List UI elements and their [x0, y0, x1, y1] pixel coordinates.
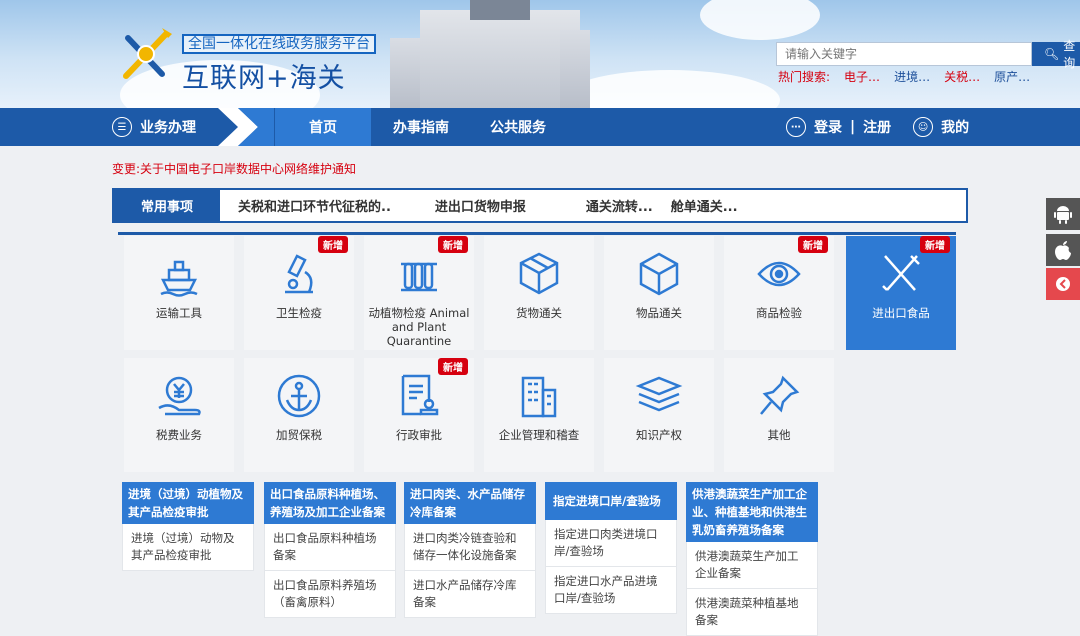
nav-home[interactable]: 首页: [275, 108, 371, 146]
search-button[interactable]: 🔍︎ 查询: [1032, 39, 1080, 70]
back-button[interactable]: [1046, 268, 1080, 300]
column-link[interactable]: 指定进口水产品进境口岸/查验场: [545, 567, 677, 614]
user-icon[interactable]: ☺: [913, 117, 934, 137]
microscope-icon: [285, 254, 313, 294]
column-link[interactable]: 供港澳蔬菜生产加工企业备案: [686, 542, 818, 589]
banner-cloud: [560, 70, 780, 108]
banner-cloud: [700, 0, 820, 40]
column-header[interactable]: 进口肉类、水产品储存冷库备案: [404, 482, 536, 524]
register-link[interactable]: 注册: [863, 117, 891, 137]
column-link[interactable]: 进口肉类冷链查验和储存一体化设施备案: [404, 524, 536, 571]
hot-keyword[interactable]: 电子…: [844, 68, 880, 85]
tab-item[interactable]: 关税和进口环节代征税的..: [238, 196, 391, 215]
site-subtitle: 全国一体化在线政务服务平台: [182, 34, 376, 54]
notice-link[interactable]: 变更:关于中国电子口岸数据中心网络维护通知: [112, 160, 356, 177]
column-header[interactable]: 出口食品原料种植场、养殖场及加工企业备案: [264, 482, 396, 524]
hot-keyword[interactable]: 进境…: [894, 68, 930, 85]
hot-keyword[interactable]: 原产…: [994, 68, 1030, 85]
tab-item[interactable]: 通关流转...: [586, 196, 653, 215]
new-badge: 新增: [920, 236, 950, 253]
user-area: ⋯ 登录 | 注册 ☺ 我的: [786, 108, 969, 146]
new-badge: 新增: [798, 236, 828, 253]
column-quarantine-approval: 进境（过境）动植物及其产品检疫审批 进境（过境）动物及其产品检疫审批: [122, 482, 254, 571]
cube-icon: [639, 252, 679, 296]
tile-article-clearance[interactable]: 物品通关: [604, 236, 714, 350]
building-icon: [521, 376, 557, 418]
site-title: 互联网+海关: [182, 63, 346, 94]
tile-commodity-inspection[interactable]: 新增 商品检验: [724, 236, 834, 350]
hot-keyword[interactable]: 关税…: [944, 68, 980, 85]
apple-icon: [1055, 241, 1071, 260]
new-badge: 新增: [318, 236, 348, 253]
main-navbar: ☰ 业务办理 首页 办事指南 公共服务 ⋯ 登录 | 注册 ☺ 我的: [0, 108, 1080, 146]
tab-item[interactable]: 进出口货物申报: [435, 196, 526, 215]
column-cold-storage-filing: 进口肉类、水产品储存冷库备案 进口肉类冷链查验和储存一体化设施备案 进口水产品储…: [404, 482, 536, 618]
column-link[interactable]: 出口食品原料养殖场（畜禽原料）: [264, 571, 396, 618]
column-link[interactable]: 出口食品原料种植场备案: [264, 524, 396, 571]
nav-guide[interactable]: 办事指南: [393, 108, 449, 146]
banner-building-roof: [470, 0, 530, 20]
column-header[interactable]: 指定进境口岸/查验场: [545, 482, 677, 520]
nav-public-service[interactable]: 公共服务: [490, 108, 546, 146]
ios-download-button[interactable]: [1046, 234, 1080, 266]
menu-icon: ☰: [112, 117, 132, 137]
ship-icon: [160, 260, 198, 297]
layers-icon: [635, 376, 683, 412]
column-designated-port: 指定进境口岸/查验场 指定进口肉类进境口岸/查验场 指定进口水产品进境口岸/查验…: [545, 482, 677, 614]
tile-tax-business[interactable]: 税费业务: [124, 358, 234, 472]
document-stamp-icon: [401, 374, 439, 416]
tile-transport[interactable]: 运输工具: [124, 236, 234, 350]
pin-icon: [760, 375, 800, 415]
tile-goods-clearance[interactable]: 货物通关: [484, 236, 594, 350]
grid-top-rule: [118, 232, 956, 235]
tile-administrative-approval[interactable]: 新增 行政审批: [364, 358, 474, 472]
banner-building: [560, 30, 590, 108]
back-arrow-icon: [1056, 277, 1070, 291]
android-download-button[interactable]: [1046, 198, 1080, 230]
search-input[interactable]: [776, 42, 1032, 66]
search-icon: 🔍︎: [1044, 47, 1060, 61]
hot-search-label: 热门搜索:: [778, 70, 831, 84]
column-link[interactable]: 进境（过境）动物及其产品检疫审批: [122, 524, 254, 571]
customs-emblem-icon: [118, 24, 176, 84]
android-icon: [1054, 206, 1072, 224]
banner-building: [420, 10, 580, 108]
new-badge: 新增: [438, 358, 468, 375]
tile-other[interactable]: 其他: [724, 358, 834, 472]
column-link[interactable]: 进口水产品储存冷库备案: [404, 571, 536, 618]
login-link[interactable]: 登录: [814, 117, 842, 137]
column-hk-macao-vegetable: 供港澳蔬菜生产加工企业、种植基地和供港生乳奶畜养殖场备案 供港澳蔬菜生产加工企业…: [686, 482, 818, 636]
column-export-food-filing: 出口食品原料种植场、养殖场及加工企业备案 出口食品原料种植场备案 出口食品原料养…: [264, 482, 396, 618]
column-header[interactable]: 供港澳蔬菜生产加工企业、种植基地和供港生乳奶畜养殖场备案: [686, 482, 818, 542]
tile-intellectual-property[interactable]: 知识产权: [604, 358, 714, 472]
hot-search: 热门搜索: 电子… 进境… 关税… 原产…: [778, 68, 1030, 85]
tile-enterprise-management[interactable]: 企业管理和稽查: [484, 358, 594, 472]
column-header[interactable]: 进境（过境）动植物及其产品检疫审批: [122, 482, 254, 524]
new-badge: 新增: [438, 236, 468, 253]
column-link[interactable]: 供港澳蔬菜种植基地备案: [686, 589, 818, 636]
column-link[interactable]: 指定进口肉类进境口岸/查验场: [545, 520, 677, 567]
eye-icon: [757, 261, 801, 287]
test-tubes-icon: [401, 262, 437, 292]
anchor-icon: [277, 374, 321, 418]
nav-chevron-icon: [218, 108, 274, 146]
fork-knife-icon: [882, 255, 920, 291]
nav-separator: |: [850, 119, 856, 135]
package-icon: [519, 252, 559, 295]
tile-animal-plant-quarantine[interactable]: 新增 动植物检疫 Animal and Plant Quarantine: [364, 236, 474, 350]
my-link[interactable]: 我的: [941, 117, 969, 137]
top-banner: 全国一体化在线政务服务平台 互联网+海关 🔍︎ 查询 热门搜索: 电子… 进境……: [0, 0, 1080, 108]
tab-item[interactable]: 舱单通关...: [671, 196, 738, 215]
chat-icon[interactable]: ⋯: [786, 117, 806, 137]
yuan-hand-icon: [158, 376, 201, 416]
tile-import-export-food[interactable]: 新增 进出口食品: [846, 236, 956, 350]
tile-health-quarantine[interactable]: 新增 卫生检疫: [244, 236, 354, 350]
tab-common-items[interactable]: 常用事项: [114, 190, 220, 221]
common-items-tabs: 常用事项 关税和进口环节代征税的.. 进出口货物申报 通关流转... 舱单通关.…: [112, 188, 968, 223]
business-menu-button[interactable]: ☰ 业务办理: [112, 108, 196, 146]
tile-processing-bonded[interactable]: 加贸保税: [244, 358, 354, 472]
